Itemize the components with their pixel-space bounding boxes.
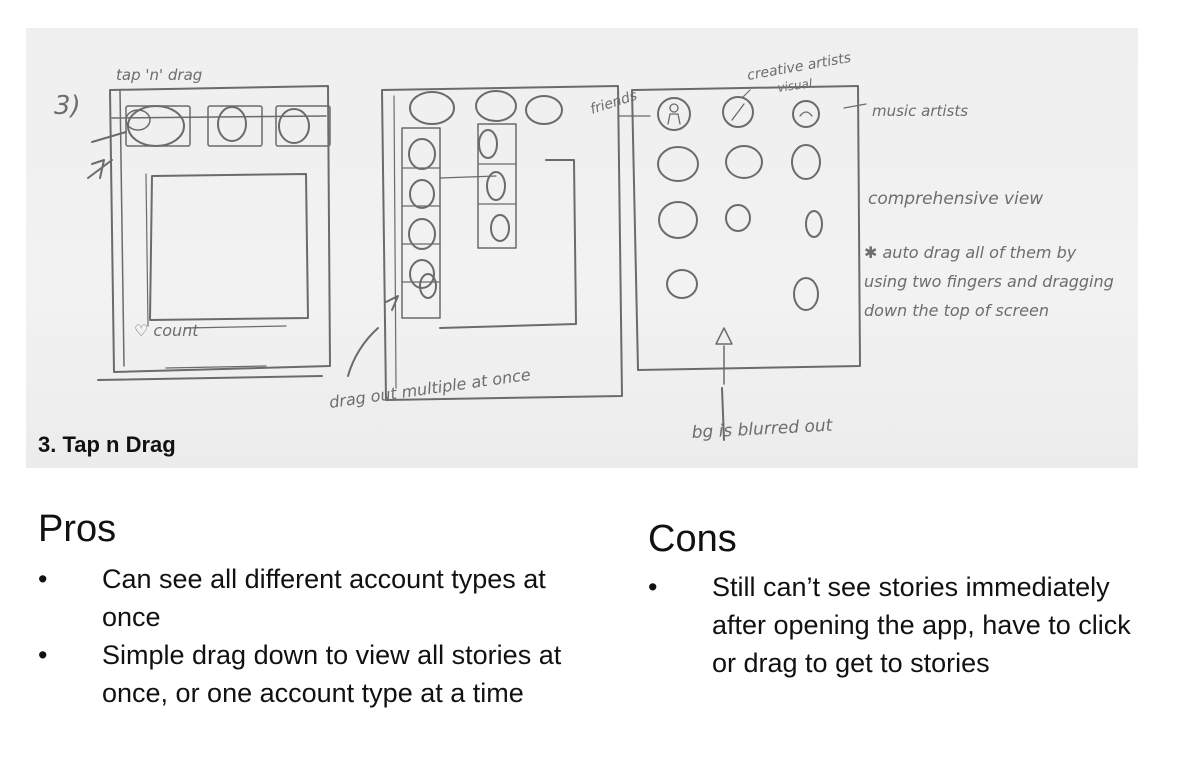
- cons-list: • Still can’t see stories immediately af…: [648, 568, 1158, 682]
- sketch-note-tap-drag: tap 'n' drag: [116, 66, 202, 84]
- sketch-phone-3: [617, 85, 867, 441]
- sketch-note-auto-drag-wrap: ✱ auto drag all of them by using two fin…: [864, 243, 1114, 320]
- sketch-note-step: 3): [54, 91, 81, 121]
- pros-list: • Can see all different account types at…: [38, 560, 578, 712]
- list-item: • Can see all different account types at…: [38, 560, 578, 636]
- sketch-note-visual: visual: [776, 76, 813, 95]
- sketch-phone-2: [347, 85, 623, 401]
- sketch-note-heart: ♡ count: [134, 321, 199, 340]
- pros-title: Pros: [38, 508, 117, 550]
- pros-item-text: Can see all different account types at o…: [102, 564, 546, 632]
- pros-item-text: Simple drag down to view all stories at …: [102, 640, 562, 708]
- list-item: • Simple drag down to view all stories a…: [38, 636, 578, 712]
- sketch-note-music: music artists: [872, 102, 968, 120]
- sketch-caption: 3. Tap n Drag: [38, 432, 176, 457]
- sketch-note-blurred: bg is blurred out: [691, 416, 834, 443]
- sketch-note-comprehensive: comprehensive view: [868, 189, 1043, 209]
- sketch-phone-1: [87, 85, 331, 381]
- sketch-note-drag-multiple: drag out multiple at once: [328, 365, 532, 412]
- sketch-photo: 3) tap 'n' drag ♡ count drag out multipl…: [26, 28, 1138, 468]
- list-item: • Still can’t see stories immediately af…: [648, 568, 1158, 682]
- sketch-note-auto-drag: ✱ auto drag all of them by using two fin…: [864, 243, 1114, 320]
- bullet-icon: •: [38, 640, 48, 670]
- bullet-icon: •: [38, 564, 48, 594]
- sketch-drawing: 3) tap 'n' drag ♡ count drag out multipl…: [54, 50, 1114, 443]
- cons-title: Cons: [648, 518, 737, 560]
- bullet-icon: •: [648, 572, 658, 602]
- cons-item-text: Still can’t see stories immediately afte…: [712, 572, 1131, 678]
